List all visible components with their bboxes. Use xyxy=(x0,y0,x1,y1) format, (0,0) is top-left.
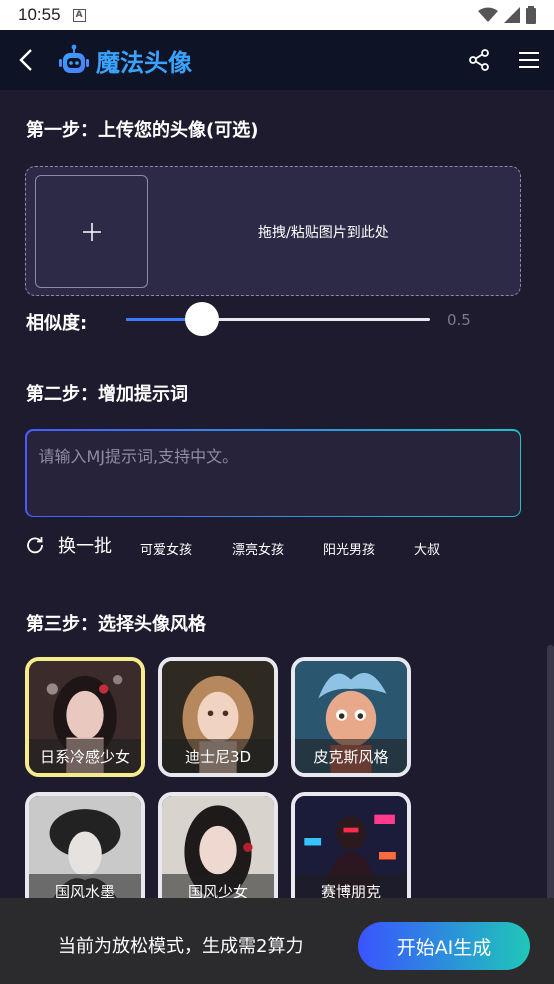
app-bar: 魔法头像 xyxy=(0,30,554,90)
status-icons xyxy=(478,6,536,24)
mode-info-text: 当前为放松模式，生成需2算力 xyxy=(58,936,304,957)
style-label: 迪士尼3D xyxy=(162,739,274,773)
status-a-badge: A xyxy=(72,8,86,22)
style-label: 赛博朋克 xyxy=(295,874,407,898)
upload-dropzone[interactable]: 拖拽/粘贴图片到此处 xyxy=(25,166,521,296)
style-card-chinese-girl[interactable]: 国风少女 xyxy=(158,792,278,898)
prompt-input-container xyxy=(25,429,521,517)
app-actions xyxy=(454,30,554,90)
back-arrow-icon xyxy=(19,49,32,71)
prompt-tag[interactable]: 漂亮女孩 xyxy=(232,539,284,558)
style-card-cyberpunk[interactable]: 赛博朋克 xyxy=(291,792,411,898)
signal-icon xyxy=(504,7,520,23)
style-label: 国风少女 xyxy=(162,874,274,898)
style-card-ink-painting[interactable]: 国风水墨 xyxy=(25,792,145,898)
prompt-tag[interactable]: 可爱女孩 xyxy=(140,539,192,558)
style-card-pixar[interactable]: 皮克斯风格 xyxy=(291,657,411,777)
app-title: 魔法头像 xyxy=(96,48,192,77)
menu-button[interactable] xyxy=(504,30,554,90)
step1-title: 第一步：上传您的头像(可选) xyxy=(26,120,259,141)
style-label: 日系冷感少女 xyxy=(29,739,141,773)
refresh-button[interactable]: 换一批 xyxy=(26,532,112,558)
style-card-japanese-cool-girl[interactable]: 日系冷感少女 xyxy=(25,657,145,777)
share-button[interactable] xyxy=(454,30,504,90)
scrollbar[interactable] xyxy=(547,645,554,898)
prompt-input[interactable] xyxy=(38,442,508,504)
similarity-value: 0.5 xyxy=(447,311,471,329)
refresh-label: 换一批 xyxy=(58,536,112,557)
refresh-icon xyxy=(27,537,43,554)
prompt-tag[interactable]: 大叔 xyxy=(414,539,440,558)
back-button[interactable] xyxy=(0,30,52,90)
plus-icon xyxy=(82,222,101,241)
share-icon xyxy=(469,49,489,71)
robot-logo-icon xyxy=(59,44,89,73)
wifi-icon xyxy=(478,7,498,22)
style-label: 国风水墨 xyxy=(29,874,141,898)
prompt-tags: 换一批 可爱女孩 漂亮女孩 阳光男孩 大叔 xyxy=(26,530,526,560)
upload-hint: 拖拽/粘贴图片到此处 xyxy=(258,225,389,241)
prompt-tag[interactable]: 阳光男孩 xyxy=(323,539,375,558)
menu-icon xyxy=(519,52,539,68)
style-card-disney-3d[interactable]: 迪士尼3D xyxy=(158,657,278,777)
similarity-slider-thumb[interactable] xyxy=(185,302,219,336)
style-label: 皮克斯风格 xyxy=(295,739,407,773)
step3-title: 第三步：选择头像风格 xyxy=(26,614,206,635)
main-content[interactable]: 第一步：上传您的头像(可选) 拖拽/粘贴图片到此处 相似度: 0.5 第二步：增… xyxy=(0,90,554,898)
similarity-label: 相似度: xyxy=(26,313,88,334)
upload-button[interactable] xyxy=(35,175,148,288)
status-bar: 10:55 A xyxy=(0,0,554,30)
generate-button[interactable]: 开始AI生成 xyxy=(358,922,530,970)
bottom-bar: 当前为放松模式，生成需2算力 开始AI生成 xyxy=(0,898,554,984)
status-time: 10:55 xyxy=(18,5,61,24)
similarity-slider[interactable] xyxy=(126,302,430,336)
battery-icon xyxy=(526,6,536,24)
step2-title: 第二步：增加提示词 xyxy=(26,384,188,405)
